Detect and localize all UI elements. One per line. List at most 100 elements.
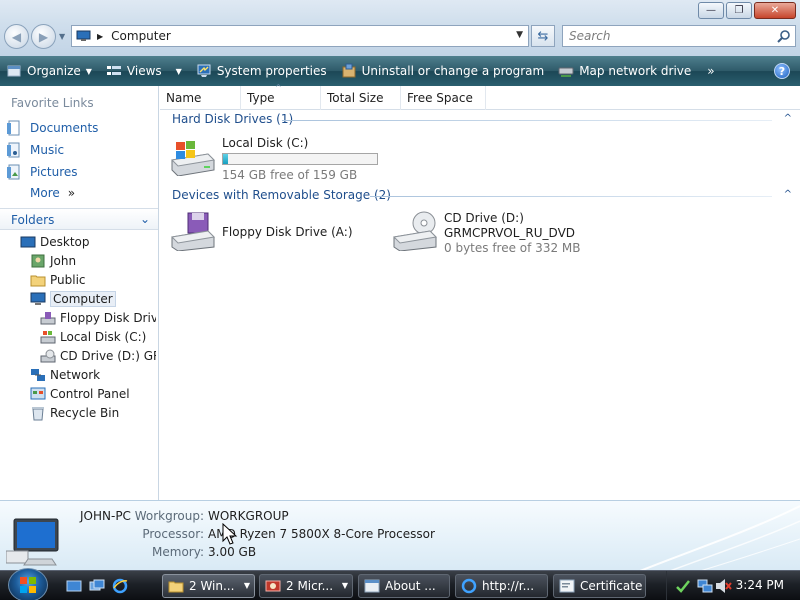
- address-bar[interactable]: ▶ Computer ▼: [71, 25, 529, 47]
- close-button[interactable]: ✕: [754, 2, 796, 19]
- show-desktop-icon[interactable]: [66, 578, 82, 594]
- drive-free-space: 154 GB free of 159 GB: [222, 168, 358, 182]
- system-properties-button[interactable]: System properties: [196, 63, 327, 79]
- favorite-music[interactable]: Music: [6, 142, 64, 158]
- task-label: About ...: [385, 579, 436, 593]
- folder-icon: [30, 275, 46, 287]
- drive-name: Floppy Disk Drive (A:): [222, 225, 353, 239]
- favorite-more-link[interactable]: More »: [30, 186, 75, 200]
- tree-item-public[interactable]: Public: [30, 272, 86, 288]
- chevron-down-icon: ▼: [85, 66, 92, 76]
- tree-label: Network: [50, 368, 101, 382]
- organize-icon: [7, 65, 21, 77]
- processor-label: Processor:: [142, 527, 204, 541]
- task-certificate[interactable]: Certificate: [553, 574, 646, 598]
- system-properties-label: System properties: [216, 64, 327, 78]
- map-drive-label: Map network drive: [579, 64, 692, 78]
- favorite-label: Documents: [30, 121, 99, 135]
- clock[interactable]: 3:24 PM: [736, 578, 784, 592]
- drive-usage-fill: [223, 154, 228, 164]
- tree-item-local-disk[interactable]: Local Disk (C:): [40, 329, 146, 345]
- certificate-icon: [559, 579, 575, 593]
- drive-name: Local Disk (C:): [222, 136, 309, 150]
- tree-label: Public: [50, 273, 86, 287]
- column-name[interactable]: Name: [160, 86, 241, 110]
- processor-value: AMD Ryzen 7 5800X 8-Core Processor: [208, 527, 435, 541]
- collapse-chevron-icon[interactable]: ^: [784, 113, 792, 124]
- task-about[interactable]: About ...: [358, 574, 450, 598]
- forward-button[interactable]: ▶: [31, 24, 56, 49]
- collapse-chevron-icon[interactable]: ^: [784, 189, 792, 200]
- minimize-button[interactable]: —: [698, 2, 724, 19]
- security-check-icon[interactable]: [675, 578, 691, 594]
- cd-drive-icon: [40, 349, 56, 363]
- organize-button[interactable]: Organize ▼: [6, 63, 92, 79]
- column-type[interactable]: ^ Type: [241, 83, 321, 110]
- tree-label: Control Panel: [50, 387, 130, 401]
- map-network-drive-button[interactable]: Map network drive: [558, 63, 691, 79]
- cd-drive-icon: [392, 211, 438, 251]
- recent-pages-dropdown[interactable]: ▼: [59, 32, 65, 41]
- desktop-icon: [20, 236, 36, 248]
- task-browser[interactable]: http://r...: [455, 574, 548, 598]
- favorite-label: Pictures: [30, 165, 78, 179]
- refresh-button[interactable]: ⇆: [531, 25, 555, 47]
- drive-floppy[interactable]: Floppy Disk Drive (A:): [168, 211, 353, 251]
- group-header-hard-disk[interactable]: Hard Disk Drives (1): [172, 112, 293, 126]
- music-icon: [7, 142, 20, 158]
- tree-item-computer[interactable]: Computer: [30, 291, 116, 307]
- drive-free-space: 0 bytes free of 332 MB: [444, 241, 581, 255]
- app-icon: [265, 580, 281, 592]
- task-windows-explorer[interactable]: 2 Win... ▼: [162, 574, 255, 598]
- user-folder-icon: [31, 254, 45, 268]
- search-placeholder: Search: [569, 29, 611, 43]
- workgroup-label: Workgroup:: [134, 509, 204, 523]
- views-button[interactable]: Views ▼: [106, 63, 182, 79]
- tree-item-recycle-bin[interactable]: Recycle Bin: [30, 405, 119, 421]
- double-chevron-icon: »: [67, 186, 76, 200]
- network-status-icon[interactable]: [697, 578, 713, 594]
- search-icon[interactable]: [777, 29, 791, 43]
- tree-label: Local Disk (C:): [60, 330, 147, 344]
- tree-item-cd-drive[interactable]: CD Drive (D:) GRM: [40, 348, 156, 364]
- breadcrumb-computer[interactable]: Computer: [111, 29, 171, 43]
- column-free-space[interactable]: Free Space: [401, 86, 486, 110]
- search-input[interactable]: Search: [562, 25, 796, 47]
- favorite-label: Music: [30, 143, 65, 157]
- column-total-size[interactable]: Total Size: [321, 86, 401, 110]
- tree-item-control-panel[interactable]: Control Panel: [30, 386, 130, 402]
- pictures-icon: [7, 164, 20, 180]
- favorite-pictures[interactable]: Pictures: [6, 164, 78, 180]
- internet-explorer-icon[interactable]: [112, 578, 128, 594]
- switch-windows-icon[interactable]: [89, 578, 105, 594]
- network-drive-icon: [558, 67, 574, 77]
- favorite-documents[interactable]: Documents: [6, 120, 98, 136]
- tree-item-floppy[interactable]: Floppy Disk Drive: [40, 310, 156, 326]
- task-microsoft[interactable]: 2 Micr... ▼: [259, 574, 353, 598]
- folders-title: Folders: [11, 213, 55, 227]
- maximize-button[interactable]: ❐: [726, 2, 752, 19]
- more-commands-button[interactable]: »: [707, 64, 714, 78]
- taskbar: 2 Win... ▼ 2 Micr... ▼ About ... http://…: [0, 568, 800, 600]
- drive-cd[interactable]: CD Drive (D:) GRMCPRVOL_RU_DVD 0 bytes f…: [390, 211, 580, 256]
- details-pane: JOHN-PC Workgroup: WORKGROUP Processor: …: [0, 500, 800, 570]
- group-header-removable[interactable]: Devices with Removable Storage (2): [172, 188, 391, 202]
- tree-item-network[interactable]: Network: [30, 367, 100, 383]
- drive-local-disk[interactable]: Local Disk (C:) 154 GB free of 159 GB: [168, 136, 378, 183]
- start-button[interactable]: [8, 568, 48, 600]
- volume-muted-icon[interactable]: [715, 578, 733, 594]
- address-dropdown-icon[interactable]: ▼: [516, 30, 523, 40]
- system-tray: 3:24 PM: [666, 571, 800, 600]
- tree-item-desktop[interactable]: Desktop: [20, 234, 90, 250]
- views-icon: [106, 66, 121, 75]
- windows-drive-icon: [40, 331, 56, 344]
- column-headers: Name ^ Type Total Size Free Space: [160, 83, 800, 110]
- back-button[interactable]: ◀: [4, 24, 29, 49]
- help-button[interactable]: ?: [774, 63, 790, 79]
- uninstall-program-button[interactable]: Uninstall or change a program: [341, 63, 544, 79]
- breadcrumb-separator-icon[interactable]: ▶: [97, 32, 103, 41]
- floppy-drive-icon: [170, 212, 216, 251]
- folders-header[interactable]: Folders ⌄: [0, 208, 158, 230]
- more-label: More: [30, 186, 60, 200]
- tree-item-john[interactable]: John: [30, 253, 76, 269]
